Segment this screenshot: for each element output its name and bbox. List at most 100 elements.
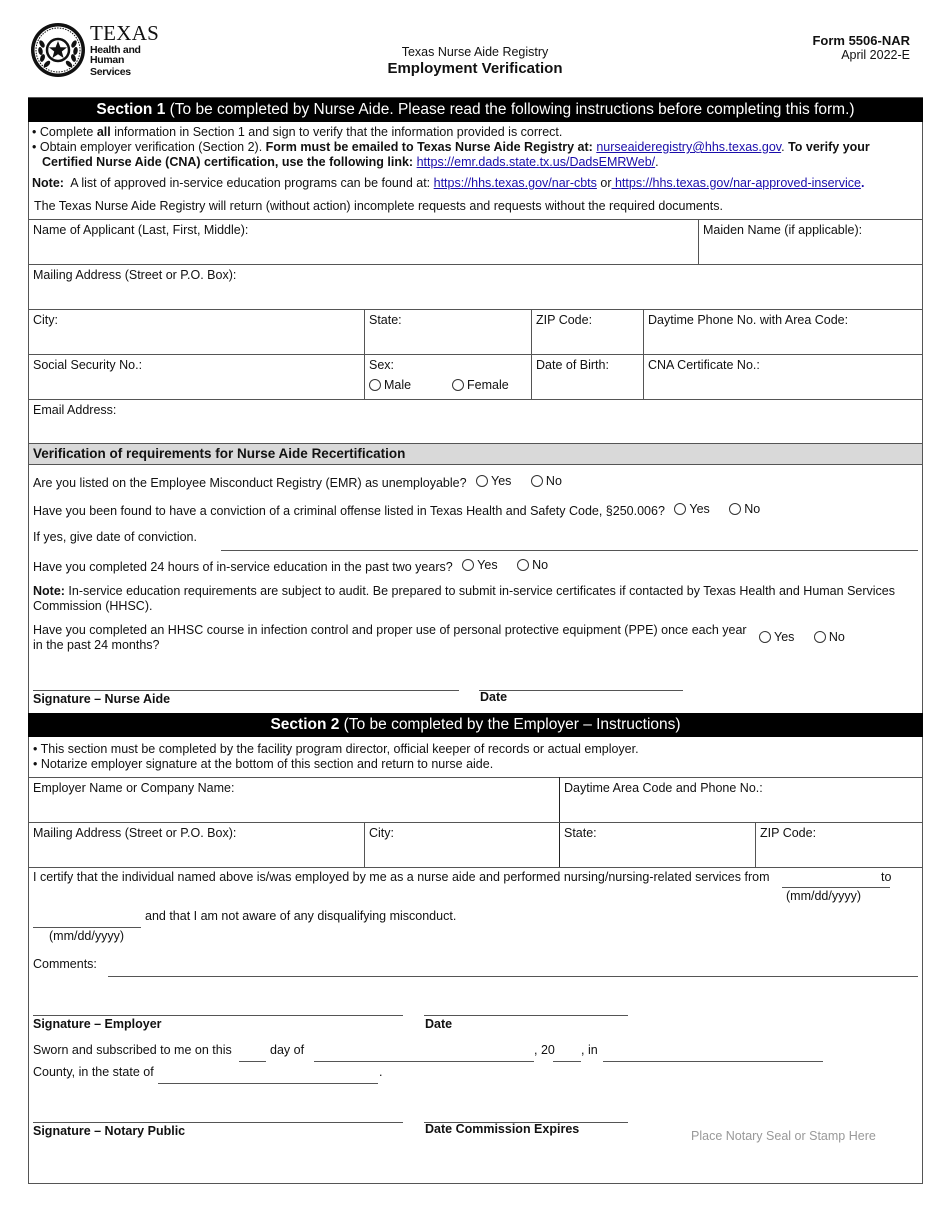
text-bold: To verify your <box>788 140 870 154</box>
employer-date-line[interactable] <box>424 1015 628 1016</box>
employer-name-field[interactable]: Employer Name or Company Name: <box>29 777 559 822</box>
day-of-text: day of <box>270 1043 305 1057</box>
zip-label: ZIP Code: <box>536 313 593 327</box>
email-field[interactable]: Email Address: <box>29 399 922 444</box>
employer-signature-line[interactable] <box>33 1015 403 1016</box>
maiden-name-field[interactable]: Maiden Name (if applicable): <box>699 219 923 264</box>
zip-field[interactable]: ZIP Code: <box>532 309 643 354</box>
applicant-name-field[interactable]: Name of Applicant (Last, First, Middle): <box>29 219 698 264</box>
form-title: Employment Verification <box>387 60 563 77</box>
comments-label: Comments: <box>33 957 97 971</box>
commission-date-label: Date Commission Expires <box>425 1122 580 1136</box>
radio-conviction-yes[interactable] <box>674 503 687 515</box>
inservice-no-option[interactable]: No <box>517 558 548 572</box>
note-label: Note: <box>32 176 64 190</box>
text: information in Section 1 and sign to ver… <box>110 125 563 139</box>
radio-label: Male <box>384 378 412 392</box>
sex-label: Sex: <box>369 358 395 372</box>
section1-subtitle: (To be completed by Nurse Aide. Please r… <box>165 101 855 118</box>
radio-conviction-no[interactable] <box>729 503 742 515</box>
form-heading: Texas Nurse Aide Registry Employment Ver… <box>0 45 950 77</box>
from-date-format: (mm/dd/yyyy) <box>786 889 861 903</box>
comments-input[interactable] <box>108 976 918 977</box>
cna-certificate-field[interactable]: CNA Certificate No.: <box>644 354 923 399</box>
form-revision-date: April 2022-E <box>841 48 910 62</box>
radio-label: No <box>828 630 845 644</box>
sex-female-option[interactable]: Female <box>452 378 509 394</box>
emr-no-option[interactable]: No <box>530 474 562 488</box>
audit-note: Note: In-service education requirements … <box>33 584 913 614</box>
state-field[interactable]: State: <box>365 309 531 354</box>
radio-ppe-yes[interactable] <box>759 631 771 643</box>
nurse-aide-date-line[interactable] <box>479 690 683 691</box>
instruction-complete-all: • Complete all information in Section 1 … <box>32 125 562 139</box>
radio-female[interactable] <box>452 379 464 391</box>
mailing-address-field[interactable]: Mailing Address (Street or P.O. Box): <box>29 264 922 309</box>
form-subtitle: Texas Nurse Aide Registry <box>401 45 549 59</box>
period-text: . <box>379 1065 383 1079</box>
registry-email-link[interactable]: nurseaideregistry@hhs.texas.gov <box>596 140 781 154</box>
emr-yes-option[interactable]: Yes <box>476 474 511 488</box>
applicant-name-label: Name of Applicant (Last, First, Middle): <box>33 223 249 237</box>
nar-inservice-link[interactable]: https://hhs.texas.gov/nar-approved-inser… <box>612 176 861 190</box>
sex-male-option[interactable]: Male <box>369 378 411 394</box>
radio-emr-no[interactable] <box>530 475 543 487</box>
ssn-field[interactable]: Social Security No.: <box>29 354 364 399</box>
employer-city-field[interactable]: City: <box>365 822 559 867</box>
notary-signature-line[interactable] <box>33 1122 403 1123</box>
ppe-no-option[interactable]: No <box>813 630 845 644</box>
conviction-yes-option[interactable]: Yes <box>674 502 710 516</box>
nurse-aide-signature-label: Signature – Nurse Aide <box>33 692 171 706</box>
radio-inservice-no[interactable] <box>517 559 530 571</box>
question-text: Have you been found to have a conviction… <box>33 504 665 518</box>
employer-phone-label: Daytime Area Code and Phone No.: <box>564 781 763 795</box>
text-bold: Form must be emailed to Texas Nurse Aide… <box>265 140 593 154</box>
mailing-address-label: Mailing Address (Street or P.O. Box): <box>33 268 237 282</box>
employer-state-label: State: <box>564 826 597 840</box>
city-field[interactable]: City: <box>29 309 364 354</box>
radio-ppe-no[interactable] <box>813 631 826 643</box>
to-date-input[interactable] <box>33 927 141 928</box>
employer-mailing-label: Mailing Address (Street or P.O. Box): <box>33 826 237 840</box>
sworn-day-input[interactable] <box>239 1061 266 1062</box>
question-text: Have you completed an HHSC course in inf… <box>33 623 747 637</box>
question-text: in the past 24 months? <box>33 638 160 652</box>
dob-field[interactable]: Date of Birth: <box>532 354 643 399</box>
radio-male[interactable] <box>369 379 381 391</box>
employer-phone-field[interactable]: Daytime Area Code and Phone No.: <box>560 777 923 822</box>
ppe-yes-option[interactable]: Yes <box>759 630 794 644</box>
employer-zip-field[interactable]: ZIP Code: <box>756 822 923 867</box>
text: • Complete <box>32 125 97 139</box>
section2-instruction-1: • This section must be completed by the … <box>33 742 639 756</box>
section2-subtitle: (To be completed by the Employer – Instr… <box>339 716 681 733</box>
radio-inservice-yes[interactable] <box>462 559 475 571</box>
nurse-aide-signature-line[interactable] <box>33 690 459 691</box>
sworn-month-input[interactable] <box>314 1061 534 1062</box>
inservice-yes-option[interactable]: Yes <box>462 558 498 572</box>
section1-title: Section 1 <box>96 101 166 118</box>
from-date-input[interactable] <box>782 887 890 888</box>
nurse-aide-date-label: Date <box>480 690 508 704</box>
instruction-cna-link: Certified Nurse Aide (CNA) certification… <box>42 155 659 169</box>
nar-cbts-link[interactable]: https://hhs.texas.gov/nar-cbts <box>434 176 597 190</box>
conviction-date-input[interactable] <box>221 550 918 551</box>
certify-statement: I certify that the individual named abov… <box>33 870 770 884</box>
question-emr: Are you listed on the Employee Misconduc… <box>33 474 562 490</box>
conviction-no-option[interactable]: No <box>729 502 760 516</box>
employer-zip-label: ZIP Code: <box>760 826 817 840</box>
employer-state-field[interactable]: State: <box>560 822 755 867</box>
employer-date-label: Date <box>425 1017 453 1031</box>
question-text: Are you listed on the Employee Misconduc… <box>33 476 467 490</box>
sworn-county-input[interactable] <box>603 1061 823 1062</box>
emr-link[interactable]: https://emr.dads.state.tx.us/DadsEMRWeb/ <box>417 155 656 169</box>
sworn-year-input[interactable] <box>553 1061 581 1062</box>
radio-emr-yes[interactable] <box>476 475 489 487</box>
employer-city-label: City: <box>369 826 394 840</box>
sworn-state-input[interactable] <box>158 1083 378 1084</box>
employer-name-label: Employer Name or Company Name: <box>33 781 235 795</box>
question-ppe: Have you completed an HHSC course in inf… <box>33 623 763 653</box>
employer-mailing-field[interactable]: Mailing Address (Street or P.O. Box): <box>29 822 364 867</box>
phone-field[interactable]: Daytime Phone No. with Area Code: <box>644 309 923 354</box>
section2-header: Section 2 (To be completed by the Employ… <box>28 713 923 737</box>
form-id: Form 5506-NAR April 2022-E <box>812 33 910 62</box>
